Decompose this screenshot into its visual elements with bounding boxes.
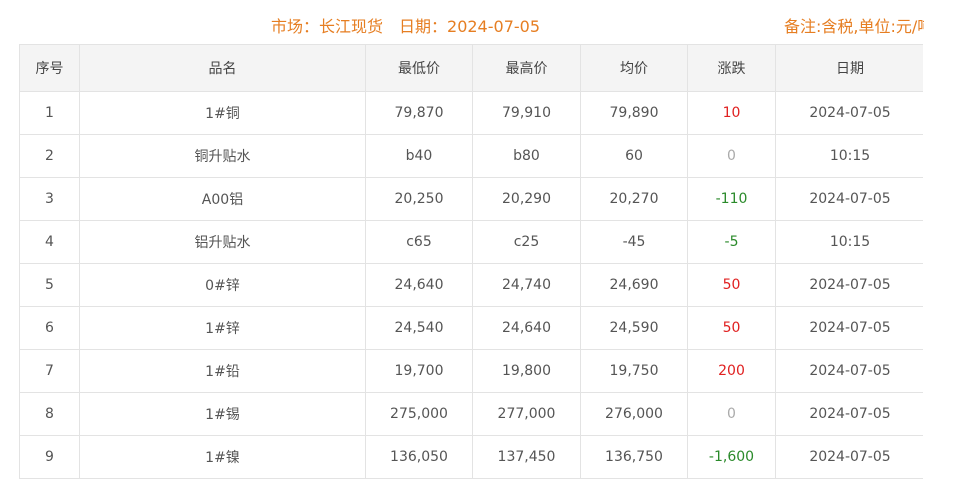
cell-index: 2 xyxy=(19,134,80,178)
cell-name: A00铝 xyxy=(79,177,366,221)
cell-index: 6 xyxy=(19,306,80,350)
cell-high: 24,740 xyxy=(472,263,581,307)
cell-index: 3 xyxy=(19,177,80,221)
cell-low: 19,700 xyxy=(365,349,473,393)
cell-avg: 20,270 xyxy=(580,177,688,221)
cell-high: 137,450 xyxy=(472,435,581,479)
cell-name: 1#铅 xyxy=(79,349,366,393)
cell-name: 1#镍 xyxy=(79,435,366,479)
table-row: 4 铝升贴水 c65 c25 -45 -5 10:15 xyxy=(19,220,923,264)
cell-high: 277,000 xyxy=(472,392,581,436)
cell-name: 铝升贴水 xyxy=(79,220,366,264)
cell-change: 10 xyxy=(687,91,776,135)
col-header-avg: 均价 xyxy=(580,44,688,92)
cell-avg: 19,750 xyxy=(580,349,688,393)
market-label: 市场：长江现货 xyxy=(271,17,384,36)
cell-index: 7 xyxy=(19,349,80,393)
cell-change: 0 xyxy=(687,134,776,178)
table-header-row: 序号 品名 最低价 最高价 均价 涨跌 日期 xyxy=(19,44,923,92)
cell-low: 24,540 xyxy=(365,306,473,350)
col-header-index: 序号 xyxy=(19,44,80,92)
cell-high: 19,800 xyxy=(472,349,581,393)
cell-low: c65 xyxy=(365,220,473,264)
cell-avg: 136,750 xyxy=(580,435,688,479)
table-row: 3 A00铝 20,250 20,290 20,270 -110 2024-07-05 xyxy=(19,177,923,221)
cell-change: -1,600 xyxy=(687,435,776,479)
cell-date: 2024-07-05 xyxy=(775,435,923,479)
cell-change: -5 xyxy=(687,220,776,264)
cell-index: 4 xyxy=(19,220,80,264)
table-row: 2 铜升贴水 b40 b80 60 0 10:15 xyxy=(19,134,923,178)
cell-avg: -45 xyxy=(580,220,688,264)
cell-high: 79,910 xyxy=(472,91,581,135)
cell-date: 10:15 xyxy=(775,220,923,264)
col-header-date: 日期 xyxy=(775,44,923,92)
price-table-container: 序号 品名 最低价 最高价 均价 涨跌 日期 1 1#铜 79,870 79,910 7… xyxy=(19,44,923,481)
cell-name: 1#铜 xyxy=(79,91,366,135)
col-header-change: 涨跌 xyxy=(687,44,776,92)
cell-date: 2024-07-05 xyxy=(775,263,923,307)
cell-date: 2024-07-05 xyxy=(775,349,923,393)
cell-name: 1#锌 xyxy=(79,306,366,350)
price-table: 序号 品名 最低价 最高价 均价 涨跌 日期 1 1#铜 79,870 79,910 7… xyxy=(19,44,923,479)
market-info: 市场：长江现货 日期：2024-07-05 xyxy=(271,13,540,37)
cell-change: 200 xyxy=(687,349,776,393)
cell-change: -110 xyxy=(687,177,776,221)
date-label: 日期：2024-07-05 xyxy=(399,17,541,36)
cell-change: 50 xyxy=(687,263,776,307)
cell-date: 10:15 xyxy=(775,134,923,178)
table-row: 1 1#铜 79,870 79,910 79,890 10 2024-07-05 xyxy=(19,91,923,135)
cell-avg: 79,890 xyxy=(580,91,688,135)
cell-low: b40 xyxy=(365,134,473,178)
table-row: 9 1#镍 136,050 137,450 136,750 -1,600 2024-07-0… xyxy=(19,435,923,479)
cell-name: 1#锡 xyxy=(79,392,366,436)
cell-date: 2024-07-05 xyxy=(775,306,923,350)
cell-avg: 60 xyxy=(580,134,688,178)
cell-index: 9 xyxy=(19,435,80,479)
cell-change: 0 xyxy=(687,392,776,436)
cell-high: c25 xyxy=(472,220,581,264)
col-header-name: 品名 xyxy=(79,44,366,92)
cell-name: 铜升贴水 xyxy=(79,134,366,178)
header-bar: 市场：长江现货 日期：2024-07-05 备注:含税,单位:元/吨 xyxy=(0,0,957,44)
cell-avg: 276,000 xyxy=(580,392,688,436)
cell-high: 24,640 xyxy=(472,306,581,350)
cell-date: 2024-07-05 xyxy=(775,91,923,135)
cell-low: 20,250 xyxy=(365,177,473,221)
cell-low: 136,050 xyxy=(365,435,473,479)
cell-date: 2024-07-05 xyxy=(775,392,923,436)
cell-low: 79,870 xyxy=(365,91,473,135)
cell-change: 50 xyxy=(687,306,776,350)
cell-low: 24,640 xyxy=(365,263,473,307)
cell-high: b80 xyxy=(472,134,581,178)
table-row: 5 0#锌 24,640 24,740 24,690 50 2024-07-05 xyxy=(19,263,923,307)
table-row: 8 1#锡 275,000 277,000 276,000 0 2024-07-05 xyxy=(19,392,923,436)
cell-index: 1 xyxy=(19,91,80,135)
cell-avg: 24,690 xyxy=(580,263,688,307)
cell-high: 20,290 xyxy=(472,177,581,221)
table-row: 6 1#锌 24,540 24,640 24,590 50 2024-07-05 xyxy=(19,306,923,350)
cell-date: 2024-07-05 xyxy=(775,177,923,221)
remark-note: 备注:含税,单位:元/吨 xyxy=(784,17,924,36)
cell-avg: 24,590 xyxy=(580,306,688,350)
table-body: 1 1#铜 79,870 79,910 79,890 10 2024-07-05 2 铜升贴水 b… xyxy=(19,91,923,479)
col-header-low: 最低价 xyxy=(365,44,473,92)
cell-low: 275,000 xyxy=(365,392,473,436)
cell-index: 8 xyxy=(19,392,80,436)
table-row: 7 1#铅 19,700 19,800 19,750 200 2024-07-05 xyxy=(19,349,923,393)
col-header-high: 最高价 xyxy=(472,44,581,92)
cell-name: 0#锌 xyxy=(79,263,366,307)
cell-index: 5 xyxy=(19,263,80,307)
